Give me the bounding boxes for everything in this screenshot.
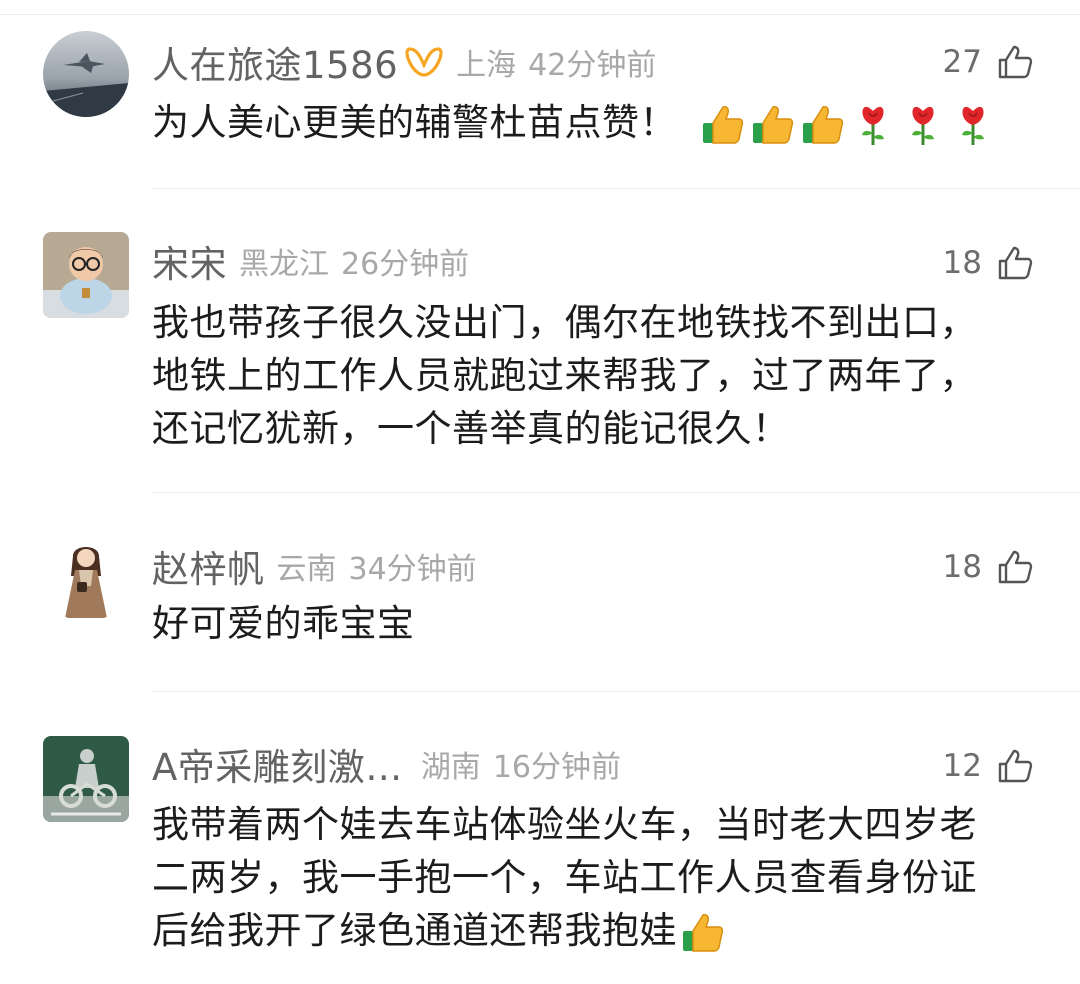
like-button[interactable]: 12	[943, 741, 1034, 791]
comment-line: 我也带孩子很久没出门，偶尔在地铁找不到出口，	[152, 301, 977, 344]
location: 上海	[456, 48, 517, 83]
comment-meta: 湖南 16分钟前	[421, 742, 621, 786]
location: 湖南	[420, 750, 481, 785]
username[interactable]: 赵梓帆	[152, 539, 265, 593]
username[interactable]: 宋宋	[152, 234, 227, 288]
thumbs-up-outline-icon	[996, 747, 1034, 785]
like-count: 18	[942, 245, 982, 281]
username[interactable]: 人在旅途1586	[152, 35, 398, 89]
like-button[interactable]: 27	[943, 37, 1034, 87]
like-count: 12	[942, 748, 982, 784]
top-divider	[0, 14, 1080, 15]
rose-emoji-icon	[849, 101, 897, 149]
timestamp: 42分钟前	[528, 48, 657, 83]
vip-ribbon-icon	[404, 45, 444, 79]
comment-divider	[152, 188, 1080, 189]
comment-header: A帝采雕刻激… 湖南 16分钟前	[152, 739, 621, 789]
like-count: 27	[942, 44, 982, 80]
timestamp: 34分钟前	[348, 552, 477, 587]
timestamp: 16分钟前	[492, 750, 621, 785]
comment-text: 我带着两个娃去车站体验坐火车，当时老大四岁老 二两岁，我一手抱一个，车站工作人员…	[152, 798, 1042, 957]
timestamp: 26分钟前	[341, 247, 470, 282]
username[interactable]: A帝采雕刻激…	[152, 737, 403, 791]
rose-emoji-icon	[899, 101, 947, 149]
rose-emoji-icon	[949, 101, 997, 149]
comment-text: 我也带孩子很久没出门，偶尔在地铁找不到出口， 地铁上的工作人员就跑过来帮我了，过…	[152, 296, 1042, 455]
comment-line: 好可爱的乖宝宝	[152, 602, 415, 645]
comment-line: 后给我开了绿色通道还帮我抱娃	[152, 904, 1042, 957]
comment-divider	[152, 691, 1080, 692]
thumbs-up-outline-icon	[996, 244, 1034, 282]
like-button[interactable]: 18	[943, 238, 1034, 288]
comment-divider	[152, 492, 1080, 493]
comment-header: 赵梓帆 云南 34分钟前	[152, 541, 477, 591]
avatar[interactable]	[43, 31, 129, 117]
thumbs-up-outline-icon	[996, 43, 1034, 81]
location: 黑龙江	[239, 247, 329, 282]
thumbs-up-emoji-icon	[799, 101, 847, 149]
comment-text: 好可爱的乖宝宝	[152, 597, 1042, 650]
thumbs-up-emoji-icon	[679, 909, 727, 957]
comment-meta: 云南 34分钟前	[277, 544, 477, 588]
comment-line: 地铁上的工作人员就跑过来帮我了，过了两年了，	[152, 354, 977, 397]
comment-header: 宋宋 黑龙江 26分钟前	[152, 236, 469, 286]
thumbs-up-emoji-icon	[749, 101, 797, 149]
avatar[interactable]	[43, 736, 129, 822]
like-button[interactable]: 18	[943, 542, 1034, 592]
comment-meta: 黑龙江 26分钟前	[239, 239, 469, 283]
comment-text-content: 为人美心更美的辅警杜苗点赞！	[152, 101, 677, 144]
comment-text: 为人美心更美的辅警杜苗点赞！	[152, 96, 1042, 149]
comment-line: 还记忆犹新，一个善举真的能记很久！	[152, 407, 790, 450]
emoji-row	[699, 101, 999, 149]
avatar[interactable]	[43, 536, 129, 622]
thumbs-up-outline-icon	[996, 548, 1034, 586]
location: 云南	[276, 552, 337, 587]
avatar[interactable]	[43, 232, 129, 318]
like-count: 18	[942, 549, 982, 585]
comment-line: 二两岁，我一手抱一个，车站工作人员查看身份证	[152, 856, 977, 899]
comment-header: 人在旅途1586 上海 42分钟前	[152, 37, 656, 87]
comment-line-text: 后给我开了绿色通道还帮我抱娃	[152, 909, 677, 952]
thumbs-up-emoji-icon	[699, 101, 747, 149]
comment-line: 我带着两个娃去车站体验坐火车，当时老大四岁老	[152, 803, 977, 846]
comment-meta: 上海 42分钟前	[456, 40, 656, 84]
